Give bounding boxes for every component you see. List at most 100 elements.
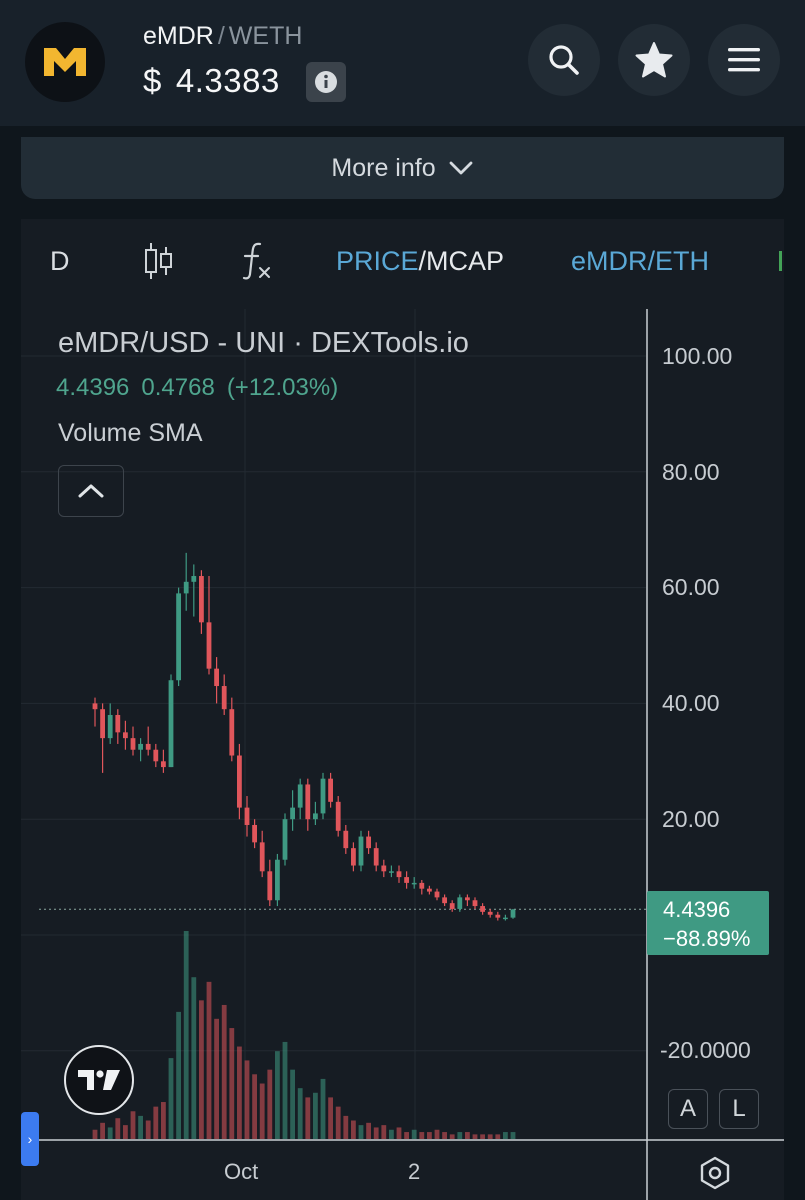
candle-body [267, 871, 273, 901]
legend-collapse-button[interactable] [58, 465, 124, 517]
candle-body [305, 784, 311, 820]
candle-body [259, 842, 265, 872]
candle-body [335, 801, 341, 831]
last-price-tag-value: 4.4396 [663, 897, 731, 922]
volume-bar [229, 1028, 235, 1139]
candle-body [366, 836, 371, 849]
volume-bar [297, 1088, 303, 1139]
volume-bar [191, 977, 197, 1139]
candle-body [434, 891, 440, 898]
candle-body [92, 703, 98, 710]
volume-bar [153, 1106, 159, 1139]
volume-bar [290, 1069, 295, 1139]
candle-body [115, 714, 121, 733]
volume-bar [138, 1115, 143, 1139]
candle-body [449, 903, 455, 909]
hamburger-icon [728, 48, 760, 72]
currency-symbol: $ [143, 62, 162, 99]
search-button[interactable] [528, 24, 600, 96]
volume-bar [449, 1134, 455, 1139]
volume-bar [358, 1125, 364, 1139]
tradingview-logo[interactable] [64, 1045, 134, 1115]
info-button[interactable] [306, 62, 346, 102]
candle-body [290, 807, 295, 820]
volume-bar [396, 1127, 402, 1139]
last-price-tag: 4.4396 −88.89% [647, 891, 769, 955]
y-tick-label: 60.00 [662, 574, 720, 600]
volume-bar [130, 1111, 136, 1139]
volume-bar [221, 1004, 227, 1139]
volume-bar [335, 1106, 341, 1139]
candle-body [495, 914, 501, 918]
volume-bar [419, 1132, 425, 1139]
candle-body [229, 709, 235, 756]
chevron-down-icon [449, 161, 473, 175]
volume-bar [495, 1134, 501, 1139]
candle-body [343, 830, 349, 849]
candle-body [199, 576, 204, 623]
volume-bar [427, 1132, 432, 1139]
volume-bar [259, 1083, 265, 1139]
candle-body [419, 882, 425, 889]
side-panel-toggle[interactable]: › [21, 1112, 39, 1166]
volume-bar [161, 1102, 166, 1139]
volume-bar [206, 981, 212, 1139]
candle-body [252, 824, 257, 843]
log-scale-button[interactable]: L [719, 1089, 759, 1129]
candle-body [503, 917, 508, 920]
more-info-toggle[interactable]: More info [21, 137, 784, 199]
pair-name: eMDR / WETH [143, 22, 302, 51]
candle-body [480, 906, 485, 912]
candle-body [313, 813, 318, 820]
quote-symbol: WETH [228, 22, 303, 50]
volume-bar [267, 1069, 273, 1139]
volume-sma-legend[interactable]: Volume SMA [58, 419, 203, 448]
volume-bar [320, 1078, 326, 1139]
candle-body [381, 865, 387, 872]
search-icon [549, 45, 579, 75]
candle-body [442, 897, 447, 904]
app-header: eMDR / WETH $4.3383 [0, 0, 805, 126]
candle-body [358, 836, 364, 866]
legend-change: 0.4768 [141, 374, 215, 401]
volume-bar [115, 1118, 121, 1139]
x-tick-label: Oct [224, 1159, 259, 1184]
volume-bar [510, 1132, 516, 1139]
volume-bar [389, 1129, 394, 1139]
x-tick-label: 2 [408, 1159, 421, 1184]
y-tick-label: 100.00 [662, 343, 733, 369]
candle-body [282, 819, 288, 860]
volume-bar [351, 1120, 356, 1139]
volume-bar [343, 1115, 349, 1139]
candle-body [472, 900, 478, 907]
menu-button[interactable] [708, 24, 780, 96]
candle-body [351, 848, 356, 866]
candle-body [138, 743, 143, 750]
candle-body [161, 761, 166, 768]
chart-panel: D PRICE / MCAP eMDR/ETH eMDR/USD - UNI · D… [21, 219, 784, 1200]
volume-bar [313, 1092, 318, 1139]
volume-bar [465, 1132, 470, 1139]
candle-body [183, 581, 189, 594]
volume-bar [487, 1134, 493, 1139]
favorite-button[interactable] [618, 24, 690, 96]
chart-legend-title: eMDR/USD - UNI · DEXTools.io [58, 327, 469, 359]
more-info-label: More info [331, 153, 436, 182]
legend-change-pct: (+12.03%) [226, 374, 339, 401]
candle-body [373, 848, 379, 866]
volume-bar [404, 1132, 409, 1139]
candle-body [191, 576, 197, 582]
candle-body [465, 897, 470, 901]
volume-bar [92, 1129, 98, 1139]
volume-bar [457, 1132, 463, 1139]
volume-bar [123, 1125, 128, 1139]
candle-body [153, 749, 159, 762]
y-tick-label: 80.00 [662, 459, 720, 485]
volume-bar [100, 1122, 105, 1139]
volume-bar [214, 1018, 219, 1139]
volume-bar [244, 1060, 250, 1139]
candle-body [221, 686, 227, 710]
pair-separator: / [217, 22, 225, 50]
auto-scale-button[interactable]: A [668, 1089, 708, 1129]
chart-settings-button[interactable] [697, 1155, 733, 1196]
